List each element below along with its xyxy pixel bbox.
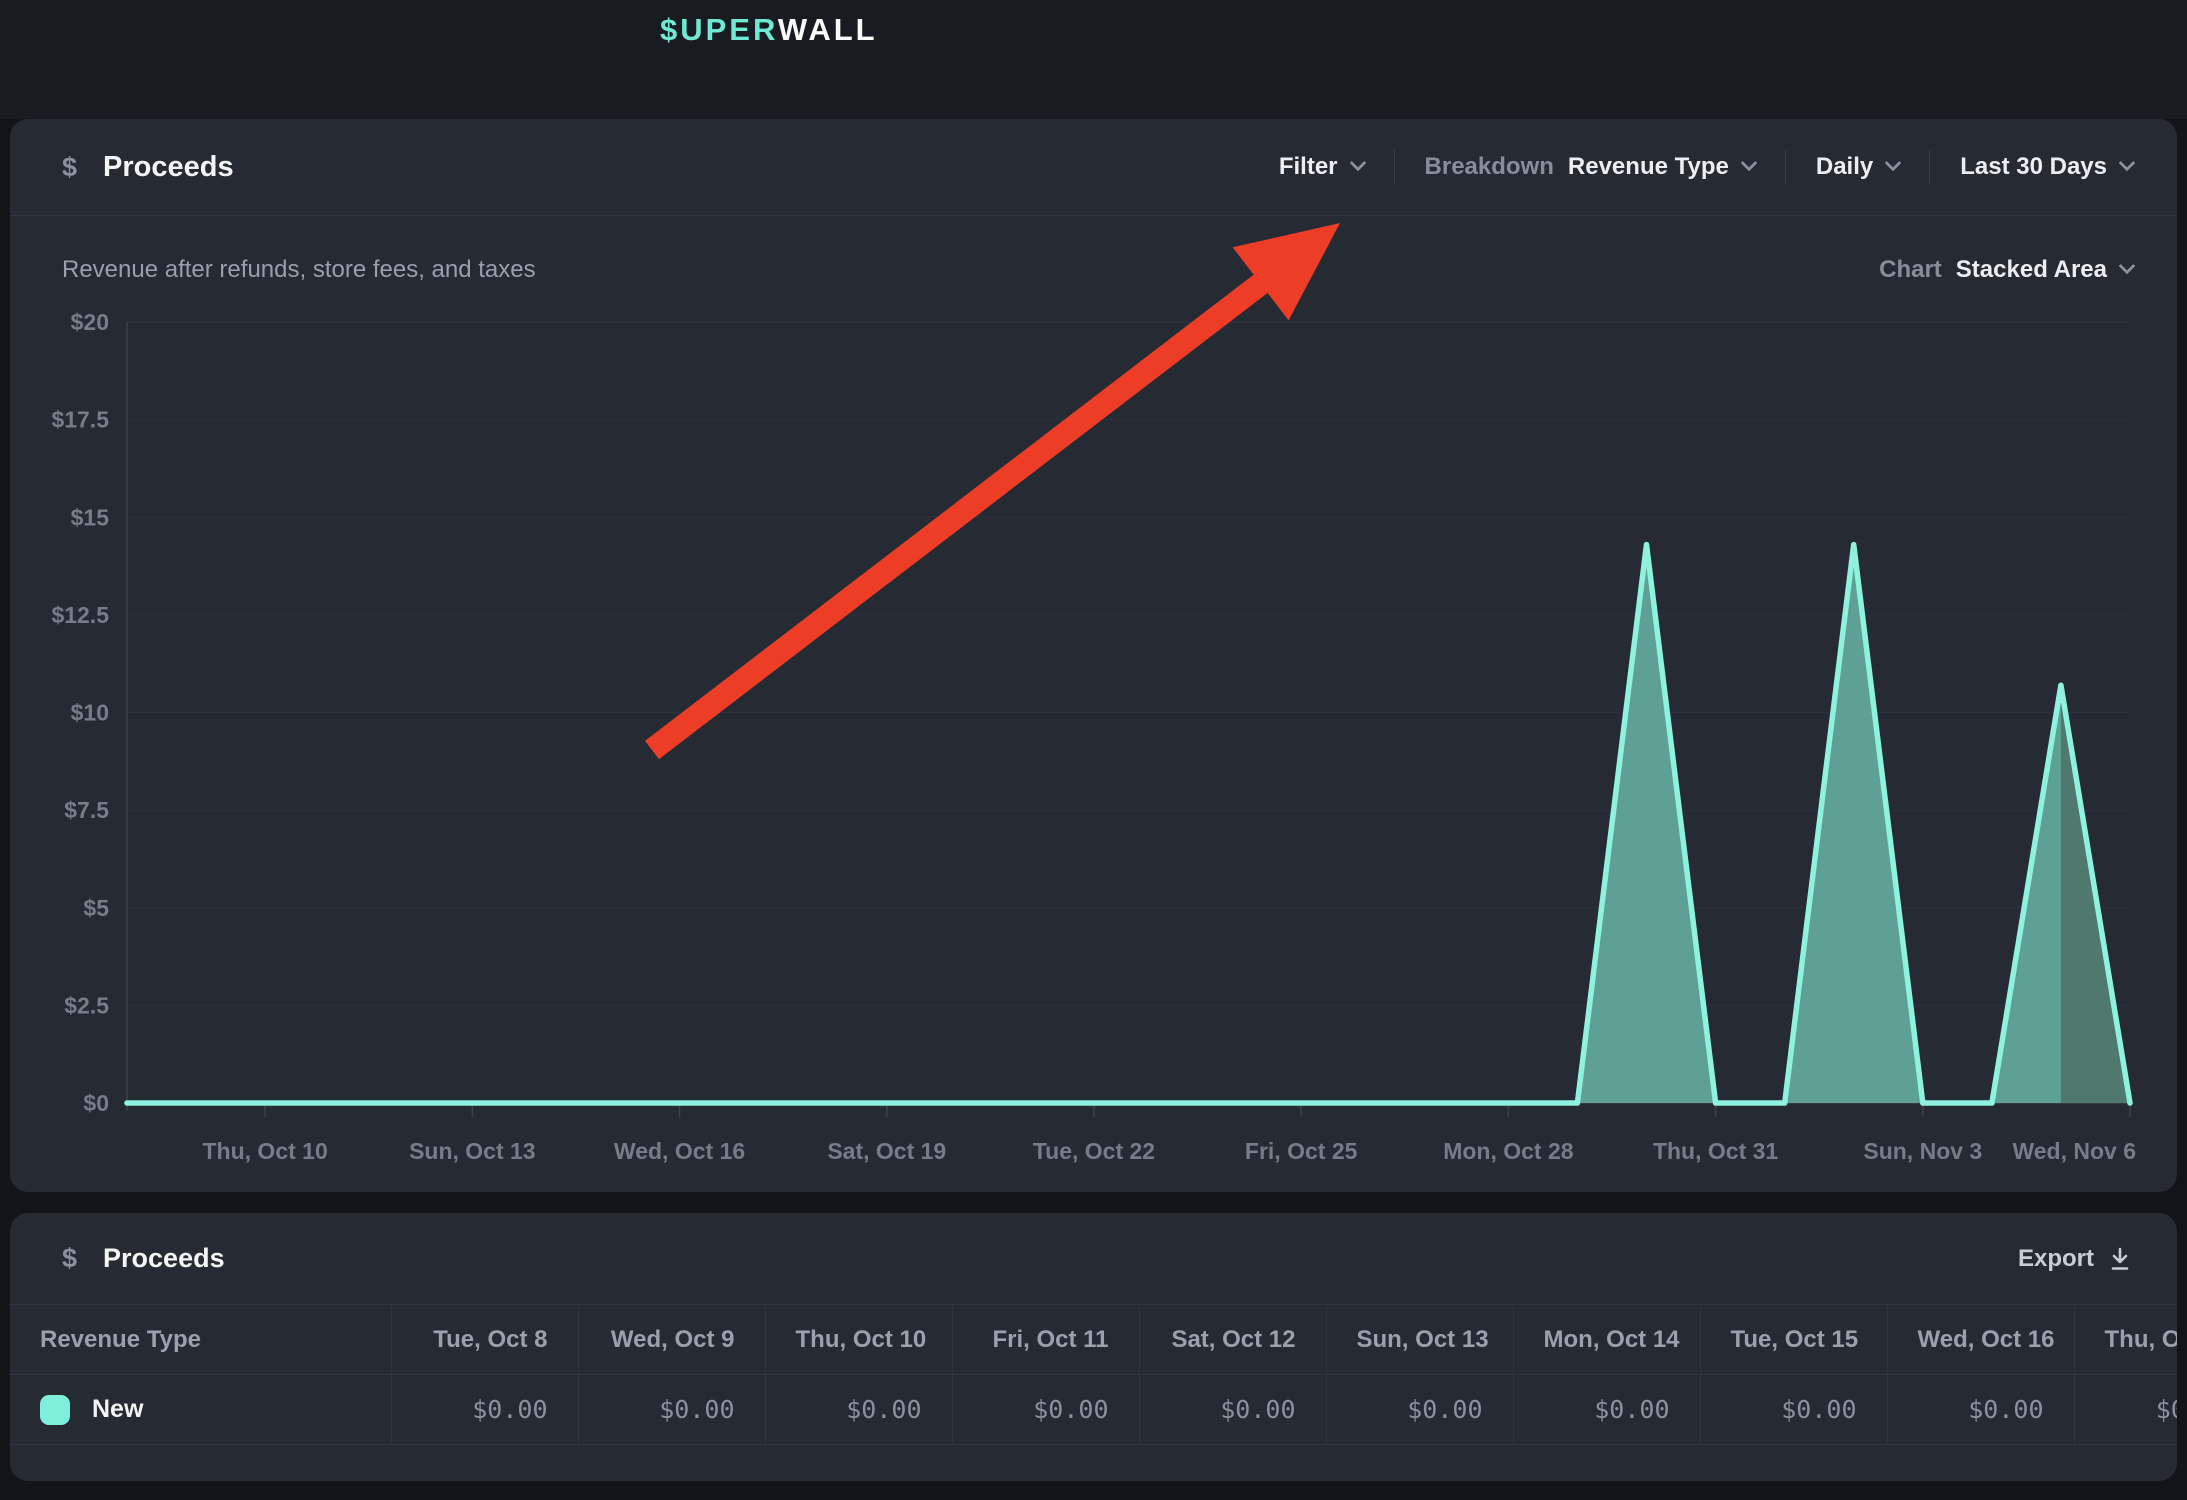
value-cell: $0.00 bbox=[2074, 1375, 2177, 1445]
svg-text:Wed, Oct 16: Wed, Oct 16 bbox=[614, 1138, 745, 1164]
chart-controls: Filter Breakdown Revenue Type Daily Last… bbox=[1279, 150, 2133, 184]
value-cell: $0.00 bbox=[1887, 1375, 2074, 1445]
svg-text:$15: $15 bbox=[71, 504, 110, 530]
granularity-value: Daily bbox=[1816, 153, 1873, 181]
chart-type-value: Stacked Area bbox=[1956, 256, 2107, 284]
svg-text:$0: $0 bbox=[83, 1090, 109, 1116]
svg-text:$12.5: $12.5 bbox=[51, 602, 109, 628]
date-range-value: Last 30 Days bbox=[1960, 153, 2107, 181]
table-card-header: $ Proceeds Export bbox=[10, 1213, 2177, 1304]
svg-text:Sat, Oct 19: Sat, Oct 19 bbox=[827, 1138, 946, 1164]
export-label: Export bbox=[2018, 1245, 2094, 1273]
svg-text:Sun, Nov 3: Sun, Nov 3 bbox=[1863, 1138, 1982, 1164]
value-cell: $0.00 bbox=[765, 1375, 952, 1445]
filter-dropdown[interactable]: Filter bbox=[1279, 153, 1364, 181]
chart-card-title-group: $ Proceeds bbox=[62, 151, 234, 184]
chevron-down-icon bbox=[2119, 258, 2136, 275]
svg-text:$10: $10 bbox=[71, 700, 109, 726]
svg-text:$20: $20 bbox=[71, 309, 109, 335]
export-button[interactable]: Export bbox=[2018, 1245, 2133, 1273]
y-axis-labels: $20 $17.5 $15 $12.5 $10 $7.5 $5 $2.5 $0 bbox=[51, 309, 109, 1116]
column-header-date: Wed, Oct 16 bbox=[1887, 1305, 2074, 1375]
breakdown-label: Breakdown bbox=[1425, 153, 1554, 181]
svg-text:Mon, Oct 28: Mon, Oct 28 bbox=[1443, 1138, 1574, 1164]
value-cell: $0.00 bbox=[952, 1375, 1139, 1445]
chart-subtitle: Revenue after refunds, store fees, and t… bbox=[62, 256, 536, 284]
svg-text:Wed, Nov 6: Wed, Nov 6 bbox=[2012, 1138, 2136, 1164]
svg-text:$5: $5 bbox=[83, 895, 109, 921]
table-card-title-group: $ Proceeds bbox=[62, 1243, 225, 1274]
table-header-row: Revenue TypeTue, Oct 8Wed, Oct 9Thu, Oct… bbox=[10, 1305, 2177, 1375]
top-nav-bar: $UPERWALL bbox=[0, 0, 2187, 119]
value-cell: $0.00 bbox=[578, 1375, 765, 1445]
value-cell: $0.00 bbox=[1700, 1375, 1887, 1445]
download-icon bbox=[2107, 1246, 2133, 1272]
svg-text:$2.5: $2.5 bbox=[64, 992, 109, 1018]
breakdown-value: Revenue Type bbox=[1568, 153, 1729, 181]
chart-card-header: $ Proceeds Filter Breakdown Revenue Type… bbox=[10, 119, 2177, 215]
date-range-dropdown[interactable]: Last 30 Days bbox=[1960, 153, 2133, 181]
table-row: New$0.00$0.00$0.00$0.00$0.00$0.00$0.00$0… bbox=[10, 1375, 2177, 1445]
svg-text:$17.5: $17.5 bbox=[51, 407, 109, 433]
proceeds-table-card: $ Proceeds Export Revenue TypeTue, Oct 8… bbox=[10, 1213, 2177, 1481]
value-cell: $0.00 bbox=[1326, 1375, 1513, 1445]
dollar-icon: $ bbox=[62, 1243, 77, 1274]
column-header-date: Mon, Oct 14 bbox=[1513, 1305, 1700, 1375]
value-cell: $0.00 bbox=[391, 1375, 578, 1445]
column-header-date: Fri, Oct 11 bbox=[952, 1305, 1139, 1375]
value-cell: $0.00 bbox=[1139, 1375, 1326, 1445]
chart-type-label: Chart bbox=[1879, 256, 1942, 284]
proceeds-chart-card: $ Proceeds Filter Breakdown Revenue Type… bbox=[10, 119, 2177, 1192]
row-label-cell: New bbox=[10, 1375, 391, 1445]
chevron-down-icon bbox=[2119, 155, 2136, 172]
column-header-date: Tue, Oct 8 bbox=[391, 1305, 578, 1375]
svg-text:Tue, Oct 22: Tue, Oct 22 bbox=[1033, 1138, 1155, 1164]
superwall-logo[interactable]: $UPERWALL bbox=[660, 12, 878, 48]
grid-lines bbox=[127, 322, 2130, 1005]
svg-text:Fri, Oct 25: Fri, Oct 25 bbox=[1245, 1138, 1358, 1164]
column-header-date: Sat, Oct 12 bbox=[1139, 1305, 1326, 1375]
proceeds-table: Revenue TypeTue, Oct 8Wed, Oct 9Thu, Oct… bbox=[10, 1304, 2177, 1445]
area-series-partial bbox=[2061, 685, 2130, 1103]
breakdown-dropdown[interactable]: Breakdown Revenue Type bbox=[1425, 153, 1755, 181]
header-divider bbox=[10, 215, 2177, 216]
chevron-down-icon bbox=[1349, 155, 1366, 172]
controls-separator bbox=[1785, 150, 1786, 184]
column-header-date: Sun, Oct 13 bbox=[1326, 1305, 1513, 1375]
chart-meta-row: Revenue after refunds, store fees, and t… bbox=[10, 256, 2177, 284]
column-header-date: Tue, Oct 15 bbox=[1700, 1305, 1887, 1375]
column-header-revenue-type: Revenue Type bbox=[10, 1305, 391, 1375]
column-header-date: Thu, Oct 10 bbox=[765, 1305, 952, 1375]
logo-text-teal: $UPER bbox=[660, 12, 778, 47]
table-card-title: Proceeds bbox=[103, 1243, 225, 1274]
chart-card-title: Proceeds bbox=[103, 151, 234, 184]
filter-label: Filter bbox=[1279, 153, 1338, 181]
row-label: New bbox=[92, 1395, 143, 1424]
chevron-down-icon bbox=[1740, 155, 1757, 172]
svg-text:Thu, Oct 10: Thu, Oct 10 bbox=[203, 1138, 328, 1164]
series-line bbox=[127, 545, 2130, 1103]
dollar-icon: $ bbox=[62, 152, 77, 183]
value-cell: $0.00 bbox=[1513, 1375, 1700, 1445]
svg-text:Thu, Oct 31: Thu, Oct 31 bbox=[1653, 1138, 1778, 1164]
column-header-date: Wed, Oct 9 bbox=[578, 1305, 765, 1375]
chevron-down-icon bbox=[1885, 155, 1902, 172]
svg-text:$7.5: $7.5 bbox=[64, 797, 109, 823]
column-header-date: Thu, Oct 17 bbox=[2074, 1305, 2177, 1375]
logo-text-white: WALL bbox=[778, 12, 878, 47]
area-series bbox=[127, 545, 2130, 1103]
axis-lines bbox=[127, 322, 2130, 1111]
controls-separator bbox=[1394, 150, 1395, 184]
controls-separator bbox=[1929, 150, 1930, 184]
chart-type-dropdown[interactable]: Chart Stacked Area bbox=[1879, 256, 2133, 284]
granularity-dropdown[interactable]: Daily bbox=[1816, 153, 1899, 181]
svg-text:Sun, Oct 13: Sun, Oct 13 bbox=[409, 1138, 536, 1164]
x-axis-labels: Thu, Oct 10 Sun, Oct 13 Wed, Oct 16 Sat, Oc… bbox=[203, 1103, 2136, 1164]
series-color-swatch bbox=[40, 1395, 70, 1425]
